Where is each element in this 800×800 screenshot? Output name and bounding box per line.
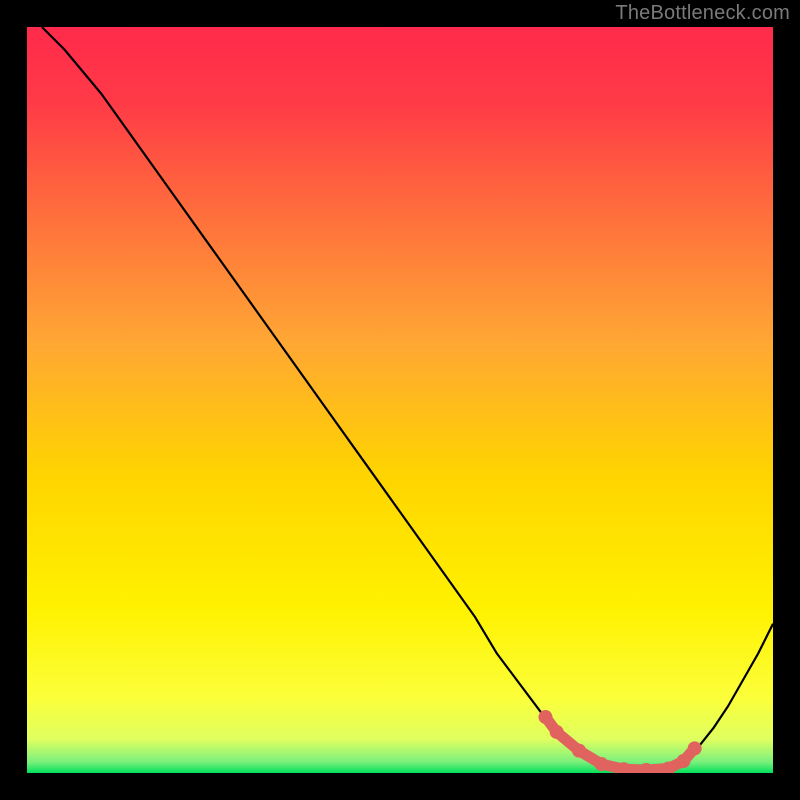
optimal-range-marker xyxy=(538,710,552,724)
optimal-range-marker xyxy=(572,744,586,758)
optimal-range-marker xyxy=(688,741,702,755)
chart-frame: TheBottleneck.com xyxy=(0,0,800,800)
optimal-range-marker xyxy=(550,725,564,739)
plot-area xyxy=(27,27,773,773)
watermark-text: TheBottleneck.com xyxy=(615,2,790,25)
bottleneck-chart-svg xyxy=(27,27,773,773)
optimal-range-marker xyxy=(676,754,690,768)
gradient-background xyxy=(27,27,773,773)
optimal-range-marker xyxy=(594,757,608,771)
